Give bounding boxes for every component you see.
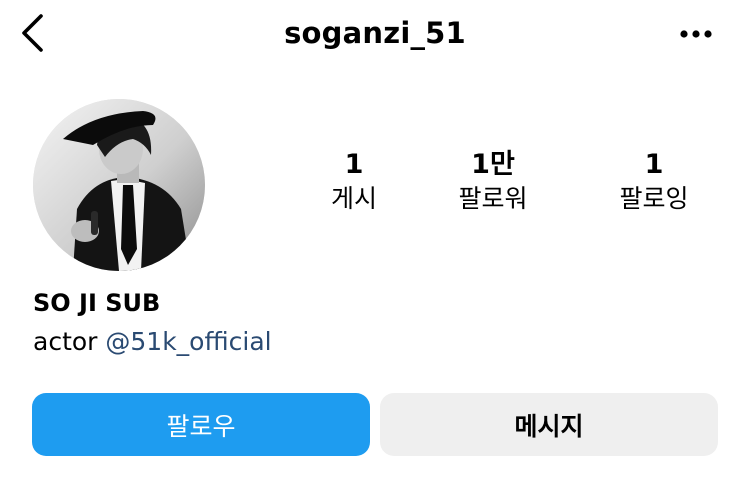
top-navigation-bar: soganzi_51 — [0, 0, 750, 70]
stat-posts[interactable]: 1 게시 — [284, 148, 424, 216]
profile-bio: actor @51k_official — [33, 325, 272, 359]
posts-count: 1 — [344, 149, 364, 180]
bio-mention-link[interactable]: @51k_official — [105, 327, 271, 356]
stat-following[interactable]: 1 팔로잉 — [584, 148, 724, 216]
more-horizontal-icon — [680, 30, 712, 38]
message-button[interactable]: 메시지 — [380, 393, 718, 456]
bio-text: actor — [33, 327, 106, 356]
following-label: 팔로잉 — [619, 184, 689, 213]
follow-button[interactable]: 팔로우 — [32, 393, 370, 456]
profile-username: soganzi_51 — [284, 16, 466, 50]
more-options-button[interactable] — [678, 24, 714, 44]
profile-avatar[interactable] — [33, 99, 205, 271]
followers-count: 1만 — [471, 149, 515, 180]
following-count: 1 — [644, 149, 664, 180]
profile-display-name: SO JI SUB — [33, 289, 161, 317]
posts-label: 게시 — [330, 184, 377, 213]
avatar-photo — [33, 99, 205, 271]
stat-followers[interactable]: 1만 팔로워 — [423, 148, 563, 216]
followers-label: 팔로워 — [458, 184, 528, 213]
